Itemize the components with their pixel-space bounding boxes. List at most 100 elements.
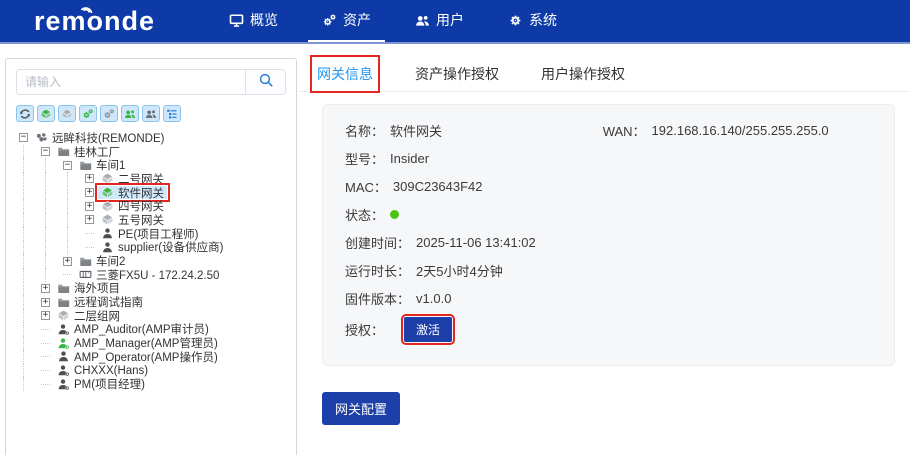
expand-icon[interactable]: +	[41, 297, 50, 307]
expand-icon[interactable]: +	[63, 256, 72, 266]
tool-button-gateway-offline[interactable]	[58, 105, 76, 122]
nav-item-users[interactable]: 用户	[401, 0, 478, 42]
detail-value: v1.0.0	[416, 291, 452, 306]
collapse-icon[interactable]: −	[19, 133, 28, 143]
cube-icon	[40, 108, 52, 120]
tree-guide-line	[23, 336, 38, 350]
main-menu: 概览 资产 用户 系统	[207, 0, 579, 42]
tree-guide-line	[45, 199, 60, 214]
tree-guide-line	[45, 185, 60, 200]
cube-icon	[101, 186, 114, 199]
collapse-icon[interactable]: −	[41, 147, 50, 157]
tree-item-core[interactable]: AMP_Operator(AMP操作员)	[54, 350, 221, 364]
activate-button[interactable]: 激活	[401, 314, 456, 345]
nav-item-assets[interactable]: 资产	[308, 0, 386, 42]
tool-button-tree-view[interactable]	[163, 105, 181, 122]
gear-icon	[508, 13, 523, 28]
tool-button-refresh[interactable]	[16, 105, 34, 122]
collapse-icon[interactable]: −	[63, 160, 72, 170]
tree-item[interactable]: AMP_Operator(AMP操作员)	[16, 350, 286, 364]
tree-filter-toolbar	[16, 105, 286, 122]
detail-value: 软件网关	[390, 124, 443, 139]
tree-item-core[interactable]: PM(项目经理)	[54, 377, 148, 391]
tree-leaf-dash	[41, 328, 50, 330]
detail-row: 创建时间： 2025-11-06 13:41:02	[345, 233, 593, 252]
tab-gateway-info[interactable]: 网关信息	[310, 54, 380, 93]
tree-guide-line	[23, 172, 38, 186]
wan-value: 192.168.16.140/255.255.255.0	[651, 123, 829, 138]
tree-leaf-dash	[85, 246, 94, 248]
tree-item[interactable]: CHXXX(Hans)	[16, 363, 286, 378]
tree-item[interactable]: + 远程调试指南	[16, 295, 286, 309]
nav-item-system[interactable]: 系统	[494, 0, 571, 42]
tool-button-assets-offline[interactable]	[100, 105, 118, 122]
tree-leaf-dash	[85, 233, 94, 235]
tree-item[interactable]: − 桂林工厂	[16, 144, 286, 159]
detail-value: 2天5小时4分钟	[416, 264, 503, 279]
top-navbar: remonde 概览 资产 用户 系统	[0, 0, 910, 44]
tool-button-assets-online[interactable]	[79, 105, 97, 122]
tree-guide-line	[45, 267, 60, 282]
tree-guide-line	[23, 158, 38, 173]
tree-guide-line	[23, 363, 38, 378]
tree-guide-line	[23, 240, 38, 255]
folder-icon	[79, 255, 92, 268]
tree-item[interactable]: supplier(设备供应商)	[16, 240, 286, 255]
tree-item[interactable]: PM(项目经理)	[16, 377, 286, 391]
tree-guide-line	[23, 350, 38, 364]
cube-icon	[61, 108, 73, 120]
signal-arcs-icon	[81, 6, 93, 13]
cube-icon	[57, 309, 70, 322]
expand-icon[interactable]: +	[85, 188, 94, 198]
gateway-config-button[interactable]: 网关配置	[322, 392, 401, 425]
detail-label: MAC：	[345, 180, 387, 195]
expand-icon[interactable]: +	[41, 283, 50, 293]
refresh-icon	[19, 108, 31, 120]
expand-icon[interactable]: +	[41, 311, 50, 321]
search-button[interactable]	[245, 70, 285, 94]
tree-list-icon	[166, 108, 178, 120]
tree-item-label: CHXXX(Hans)	[74, 364, 149, 377]
tree-item[interactable]: 三菱FX5U - 172.24.2.50	[16, 267, 286, 282]
detail-value: 2025-11-06 13:41:02	[416, 235, 536, 250]
nav-item-label: 用户	[436, 12, 465, 28]
tree-item[interactable]: − 远眸科技(REMONDE)	[16, 131, 286, 145]
detail-label: 创建时间：	[345, 236, 411, 251]
tool-button-users-offline[interactable]	[142, 105, 160, 122]
expand-icon[interactable]: +	[85, 174, 94, 184]
nav-item-overview[interactable]: 概览	[215, 0, 292, 42]
tab-user-op-auth[interactable]: 用户操作授权	[539, 60, 627, 88]
users-icon	[124, 108, 136, 120]
tool-button-users-online[interactable]	[121, 105, 139, 122]
tab-asset-auth[interactable]: 资产操作授权	[413, 60, 501, 88]
search-icon	[258, 72, 274, 93]
cogs-icon	[103, 108, 115, 120]
tree-leaf-dash	[41, 356, 50, 358]
expand-icon[interactable]: +	[85, 201, 94, 211]
tree-guide-line	[45, 254, 60, 268]
detail-row: 固件版本： v1.0.0	[345, 289, 593, 308]
cogs-icon	[322, 13, 337, 28]
detail-row: 名称： 软件网关	[345, 121, 593, 140]
main-content: 网关信息 资产操作授权 用户操作授权 名称： 软件网关 型号： Insider MAC： 30…	[300, 54, 910, 455]
detail-label: 固件版本：	[345, 292, 411, 307]
tree-guide-line	[23, 254, 38, 268]
cogs-icon	[82, 108, 94, 120]
search-box	[16, 69, 286, 95]
tree-guide-line	[67, 185, 82, 200]
expand-icon[interactable]: +	[85, 215, 94, 225]
tree-guide-line	[23, 199, 38, 214]
detail-value: 309C23643F42	[392, 179, 483, 194]
detail-left-column: 名称： 软件网关 型号： Insider MAC： 309C23643F42 状态： 创建时间…	[345, 121, 593, 351]
folder-icon	[57, 145, 70, 158]
org-icon	[35, 131, 48, 144]
search-input[interactable]	[17, 70, 245, 94]
users-icon	[145, 108, 157, 120]
detail-label: 名称：	[345, 124, 385, 139]
tree-item[interactable]: + 海外项目	[16, 281, 286, 295]
tree-guide-line	[67, 226, 82, 241]
tool-button-gateway-online[interactable]	[37, 105, 55, 122]
person-icon	[101, 227, 114, 240]
detail-value: Insider	[390, 151, 430, 166]
folder-icon	[57, 296, 70, 309]
